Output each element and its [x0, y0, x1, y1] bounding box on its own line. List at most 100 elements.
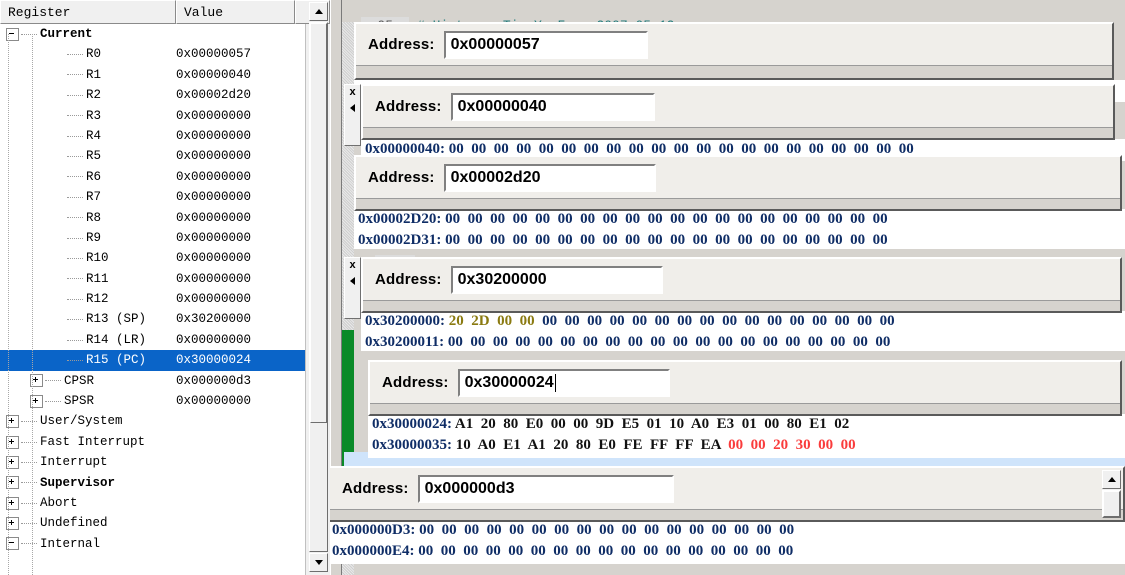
memory-window-0x000000d3[interactable]: Address: 0x000000d3 [330, 466, 1125, 522]
register-name: R8 [86, 210, 102, 225]
register-row[interactable]: R15 (PC) 0x30000024 [0, 350, 305, 371]
register-name: R7 [86, 190, 102, 205]
register-vertical-scrollbar-thumb[interactable] [310, 23, 327, 423]
memory-byte: 00 [778, 543, 801, 559]
address-input[interactable]: 0x00002d20 [443, 163, 656, 192]
memory-byte: 30 [795, 437, 819, 453]
memory-window-0x00000040[interactable]: Address: 0x00000040 [361, 84, 1115, 140]
memory-byte: 00 [445, 211, 468, 227]
register-row[interactable]: Fast Interrupt [0, 432, 305, 452]
memory-scrollbar-thumb[interactable] [1103, 491, 1120, 517]
register-name: Current [40, 27, 93, 41]
address-input[interactable]: 0x00000040 [450, 92, 655, 121]
register-row[interactable]: R8 0x00000000 [0, 208, 305, 228]
register-row[interactable]: Internal [0, 534, 305, 554]
memory-byte: 00 [872, 211, 896, 227]
memory-byte: 00 [699, 313, 723, 329]
register-row[interactable]: R2 0x00002d20 [0, 85, 305, 105]
register-row[interactable]: Undefined [0, 513, 305, 533]
register-scroll-up-button[interactable] [309, 2, 328, 21]
column-header-register[interactable]: Register [0, 0, 176, 24]
memory-byte: 00 [535, 211, 558, 227]
memory-byte: E0 [525, 416, 551, 432]
tree-connector [21, 543, 37, 545]
memory-byte: 00 [827, 211, 851, 227]
register-row[interactable]: R4 0x00000000 [0, 126, 305, 146]
register-row[interactable]: User/System [0, 411, 305, 431]
memory-byte: 00 [756, 522, 780, 538]
register-row[interactable]: SPSR 0x00000000 [0, 391, 305, 411]
memory-row-address: 0x30000024: [372, 416, 455, 432]
column-header-value[interactable]: Value [176, 0, 295, 24]
tree-connector [67, 217, 83, 219]
register-row[interactable]: R7 0x00000000 [0, 187, 305, 207]
memory-byte: 00 [852, 334, 876, 350]
memory-byte: 00 [553, 543, 576, 559]
memory-byte: E3 [716, 416, 742, 432]
memory-row: 0x30200000: 20 2D 00 00 00 00 00 00 00 0… [361, 311, 1125, 332]
register-row[interactable]: R5 0x00000000 [0, 146, 305, 166]
register-row[interactable]: R11 0x00000000 [0, 269, 305, 289]
triangle-left-icon[interactable] [350, 104, 355, 112]
tree-connector [45, 380, 61, 382]
register-tree[interactable]: Current R0 0x00000057 R1 0x00000040 R2 0x00002… [0, 24, 306, 575]
memory-byte: 00 [805, 211, 828, 227]
memory-scroll-up-button[interactable] [1102, 470, 1121, 489]
memory-byte: FF [675, 437, 701, 453]
register-row[interactable]: Current [0, 24, 305, 44]
close-icon[interactable]: x [349, 260, 355, 271]
memory-byte: 00 [665, 543, 689, 559]
close-icon[interactable]: x [349, 87, 355, 98]
address-input[interactable]: 0x30200000 [450, 265, 663, 294]
register-row[interactable]: R0 0x00000057 [0, 44, 305, 64]
memory-byte: 00 [418, 543, 441, 559]
memory-window-0x00000057[interactable]: Address: 0x00000057 [354, 22, 1114, 80]
register-value: 0x00000000 [176, 190, 252, 205]
memory-row-address: 0x000000D3: [332, 522, 420, 538]
memory-byte: 10 [455, 437, 478, 453]
memory-byte: 00 [734, 522, 757, 538]
tree-connector [67, 278, 83, 280]
register-value: 0x00000000 [176, 271, 252, 286]
register-value: 0x00000040 [176, 67, 252, 82]
memory-window-0x00002d20[interactable]: Address: 0x00002d20 [354, 155, 1122, 211]
register-row[interactable]: R12 0x00000000 [0, 289, 305, 309]
memory-byte: 00 [587, 313, 610, 329]
memory-window-chrome-0x00000040[interactable]: x [344, 84, 361, 146]
register-scroll-down-button[interactable] [309, 553, 328, 572]
register-row[interactable]: R9 0x00000000 [0, 228, 305, 248]
register-row[interactable]: CPSR 0x000000d3 [0, 371, 305, 391]
memory-window-scrollbar[interactable] [1102, 470, 1121, 518]
address-input[interactable]: 0x000000d3 [417, 474, 674, 503]
address-input[interactable]: 0x30000024 [457, 368, 670, 397]
memory-byte: 00 [872, 232, 896, 248]
address-input[interactable]: 0x00000057 [443, 30, 648, 59]
memory-row: 0x000000E4: 00 00 00 00 00 00 00 00 00 0… [330, 541, 1125, 562]
register-row[interactable]: Interrupt [0, 452, 305, 472]
memory-byte: 00 [519, 313, 543, 329]
register-name: R10 [86, 251, 109, 266]
register-value: 0x00000000 [176, 169, 252, 184]
memory-window-0x30000024[interactable]: Address: 0x30000024 [368, 360, 1122, 416]
register-row[interactable]: R6 0x00000000 [0, 167, 305, 187]
memory-byte: 00 [530, 543, 554, 559]
memory-byte: 00 [767, 313, 790, 329]
register-row[interactable]: R10 0x00000000 [0, 248, 305, 268]
register-row[interactable]: R1 0x00000040 [0, 65, 305, 85]
register-row[interactable]: R14 (LR) 0x00000000 [0, 330, 305, 350]
register-value: 0x00000000 [176, 292, 252, 307]
triangle-left-icon[interactable] [350, 277, 355, 285]
register-row[interactable]: R3 0x00000000 [0, 106, 305, 126]
memory-window-0x30200000[interactable]: Address: 0x30200000 [361, 257, 1122, 313]
memory-row: 0x00002D31: 00 00 00 00 00 00 00 00 00 0… [354, 230, 1125, 251]
tree-connector [67, 359, 83, 361]
register-row[interactable]: R13 (SP) 0x30200000 [0, 309, 305, 329]
memory-byte: 01 [646, 416, 670, 432]
memory-byte: 00 [441, 522, 465, 538]
register-row[interactable]: Supervisor [0, 473, 305, 493]
memory-window-chrome-0x30200000[interactable]: x [344, 257, 361, 319]
memory-byte: 00 [879, 313, 903, 329]
register-vertical-scrollbar-track[interactable] [309, 22, 328, 552]
memory-address-bar: Address: 0x00002d20 [356, 157, 1120, 199]
register-row[interactable]: Abort [0, 493, 305, 513]
